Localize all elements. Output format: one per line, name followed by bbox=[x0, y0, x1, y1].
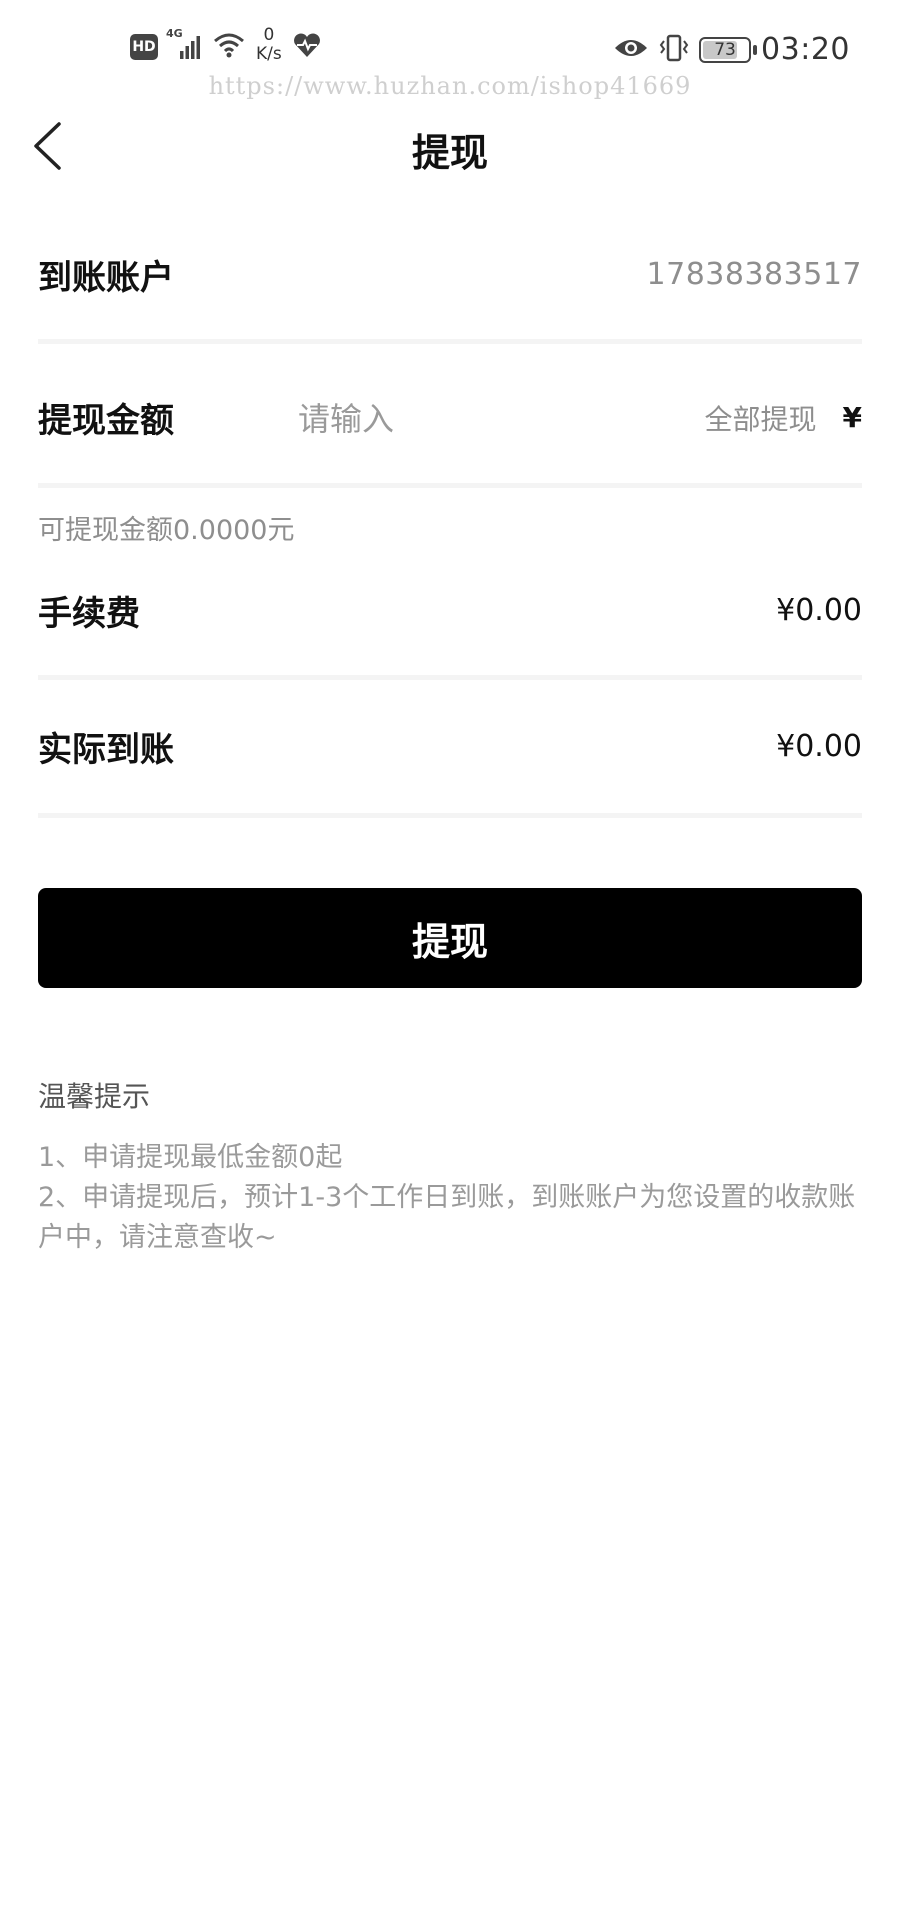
net-speed-unit: K/s bbox=[256, 44, 282, 64]
amount-actions: 全部提现 ¥ bbox=[705, 398, 863, 438]
status-right: 73 03:20 bbox=[613, 32, 850, 67]
currency-sign: ¥ bbox=[842, 401, 862, 434]
watermark: https://www.huzhan.com/ishop41669 bbox=[208, 72, 692, 100]
battery-level: 73 bbox=[714, 39, 736, 60]
signal-icon: 4G bbox=[166, 27, 202, 61]
amount-input[interactable] bbox=[298, 394, 658, 444]
heart-rate-icon bbox=[292, 31, 322, 63]
net-speed-value: 0 bbox=[263, 25, 275, 45]
account-row: 到账账户 17838383517 bbox=[38, 210, 862, 344]
tips-title: 温馨提示 bbox=[38, 1080, 151, 1113]
tip-item: 1、申请提现最低金额0起 bbox=[38, 1142, 343, 1173]
account-value: 17838383517 bbox=[646, 257, 862, 292]
battery-icon: 73 bbox=[699, 36, 758, 63]
tip-item: 2、申请提现后，预计1-3个工作日到账，到账账户为您设置的收款账户中，请注意查收… bbox=[38, 1182, 856, 1253]
fee-value: ¥0.00 bbox=[776, 592, 862, 628]
status-left: HD 4G 0 K/s bbox=[130, 26, 322, 64]
nav-bar: 提现 bbox=[0, 100, 900, 195]
fee-label: 手续费 bbox=[38, 593, 140, 634]
net-speed: 0 K/s bbox=[256, 26, 282, 64]
withdraw-all-button[interactable]: 全部提现 bbox=[705, 398, 817, 438]
fee-row: 手续费 ¥0.00 bbox=[38, 545, 862, 680]
network-type: 4G bbox=[166, 27, 183, 40]
actual-row: 实际到账 ¥0.00 bbox=[38, 680, 862, 818]
available-amount: 可提现金额0.0000元 bbox=[38, 515, 295, 546]
withdraw-button[interactable]: 提现 bbox=[38, 888, 862, 988]
amount-label: 提现金额 bbox=[38, 401, 174, 441]
status-time: 03:20 bbox=[761, 32, 850, 67]
vibrate-icon bbox=[659, 34, 689, 66]
actual-label: 实际到账 bbox=[38, 730, 174, 770]
account-label: 到账账户 bbox=[38, 258, 174, 298]
status-bar: HD 4G 0 K/s 73 03:20 bbox=[0, 0, 900, 80]
eye-icon bbox=[613, 35, 649, 65]
amount-row: 提现金额 全部提现 ¥ bbox=[38, 352, 862, 488]
page-title: 提现 bbox=[411, 131, 488, 175]
tips-list: 1、申请提现最低金额0起 2、申请提现后，预计1-3个工作日到账，到账账户为您设… bbox=[38, 1138, 868, 1258]
wifi-icon bbox=[212, 31, 246, 63]
hd-badge: HD bbox=[130, 34, 158, 60]
actual-value: ¥0.00 bbox=[776, 729, 862, 764]
